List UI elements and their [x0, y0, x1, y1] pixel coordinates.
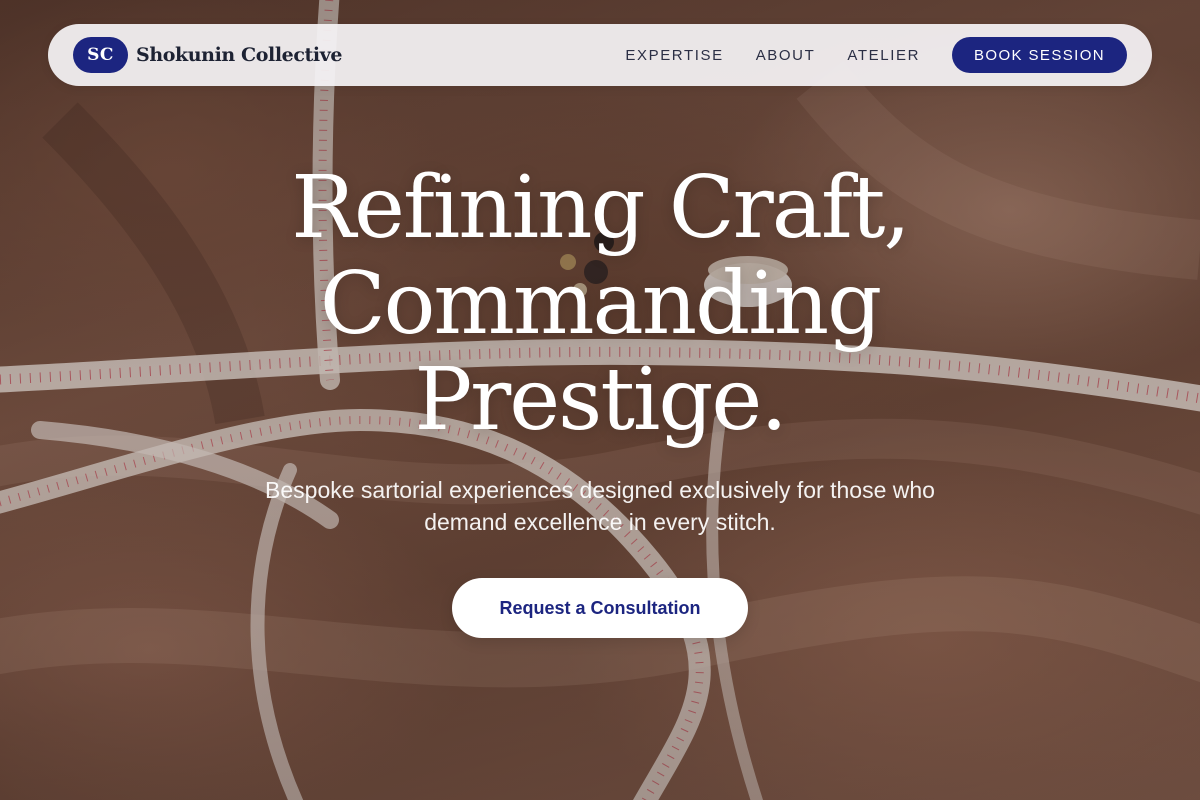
brand-monogram-badge: SC	[73, 37, 128, 73]
top-navbar: SC Shokunin Collective EXPERTISE ABOUT A…	[48, 24, 1152, 86]
brand-logo-link[interactable]: SC Shokunin Collective	[73, 37, 342, 73]
nav-links: EXPERTISE ABOUT ATELIER BOOK SESSION	[625, 37, 1127, 73]
brand-name: Shokunin Collective	[136, 44, 343, 66]
nav-link-atelier[interactable]: ATELIER	[847, 47, 920, 64]
nav-link-expertise[interactable]: EXPERTISE	[625, 47, 723, 64]
nav-link-about[interactable]: ABOUT	[756, 47, 816, 64]
request-consultation-button[interactable]: Request a Consultation	[452, 578, 748, 638]
hero-headline: Refining Craft, Commanding Prestige.	[0, 160, 1200, 448]
book-session-button[interactable]: BOOK SESSION	[952, 37, 1127, 73]
hero-headline-line-3: Prestige.	[414, 350, 787, 450]
hero-subtitle: Bespoke sartorial experiences designed e…	[265, 477, 935, 535]
hero-headline-line-2: Commanding	[319, 254, 882, 354]
hero-headline-line-1: Refining Craft,	[291, 158, 911, 258]
